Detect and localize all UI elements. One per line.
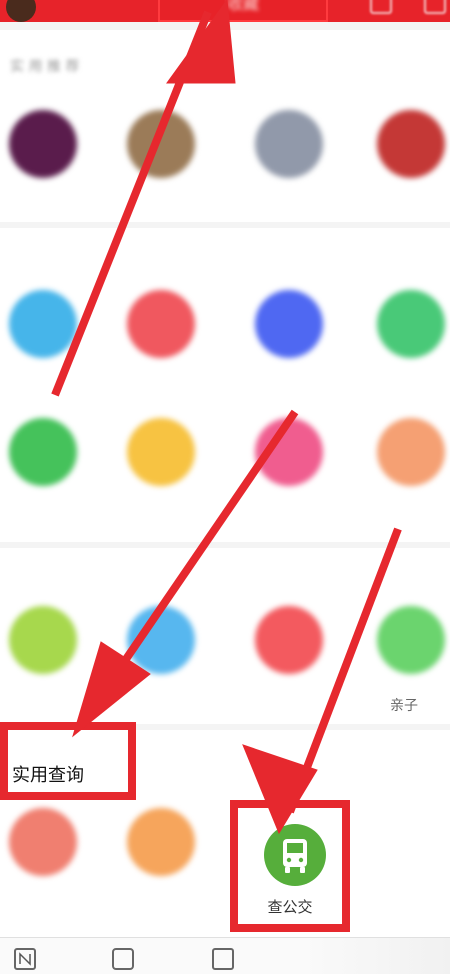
green-circle-icon — [377, 290, 445, 358]
red-circle-icon — [127, 290, 195, 358]
life-item[interactable] — [246, 418, 332, 538]
featured-icon — [9, 110, 77, 178]
green-circle-icon — [9, 418, 77, 486]
practical-item[interactable] — [118, 808, 204, 928]
life-item[interactable] — [368, 418, 450, 538]
red-circle-icon — [255, 606, 323, 674]
yellow-circle-icon — [127, 418, 195, 486]
pink-circle-icon — [255, 418, 323, 486]
top-bar: 收藏 — [0, 0, 450, 22]
practical-section-highlight: 实用查询 — [0, 722, 136, 800]
briefcase-icon[interactable] — [112, 948, 134, 970]
featured-icon — [127, 110, 195, 178]
section-title-practical: 实用查询 — [12, 765, 84, 786]
life-item[interactable] — [246, 290, 332, 410]
featured-icon — [377, 110, 445, 178]
family-item[interactable] — [118, 606, 204, 726]
n-app-icon[interactable] — [14, 948, 36, 970]
section-family — [0, 548, 450, 724]
life-item[interactable] — [368, 290, 450, 410]
family-item[interactable] — [0, 606, 86, 726]
orange-circle-icon — [127, 808, 195, 876]
bus-query-highlight[interactable]: 查公交 — [230, 800, 350, 932]
featured-item[interactable] — [246, 110, 332, 230]
search-icon[interactable] — [370, 0, 392, 14]
life-item[interactable] — [0, 290, 86, 410]
lime-circle-icon — [9, 606, 77, 674]
building-icon[interactable] — [212, 948, 234, 970]
highlight-title-box: 收藏 — [158, 0, 328, 22]
section-featured: 实 用 推 荐 — [0, 30, 450, 222]
green-circle-icon — [377, 606, 445, 674]
featured-item[interactable] — [368, 110, 450, 230]
life-item[interactable] — [118, 290, 204, 410]
section-life — [0, 228, 450, 542]
menu-icon[interactable] — [424, 0, 446, 14]
blue-circle-icon — [9, 290, 77, 358]
featured-item[interactable] — [0, 110, 86, 230]
avatar[interactable] — [6, 0, 36, 22]
featured-icon — [255, 110, 323, 178]
family-item[interactable] — [246, 606, 332, 726]
featured-item[interactable] — [118, 110, 204, 230]
blue-circle-icon — [127, 606, 195, 674]
salmon-circle-icon — [9, 808, 77, 876]
bus-query-label: 查公交 — [267, 898, 313, 916]
life-item[interactable] — [118, 418, 204, 538]
page-title: 收藏 — [226, 0, 259, 13]
life-item[interactable] — [0, 418, 86, 538]
watermark-area — [300, 938, 450, 974]
orange-circle-icon — [377, 418, 445, 486]
practical-item[interactable] — [0, 808, 86, 928]
bottom-nav — [0, 937, 450, 974]
section-title: 实 用 推 荐 — [10, 59, 80, 75]
bus-icon[interactable] — [264, 824, 326, 886]
family-item-label: 亲子 — [390, 698, 418, 714]
blue-purple-circle-icon — [255, 290, 323, 358]
